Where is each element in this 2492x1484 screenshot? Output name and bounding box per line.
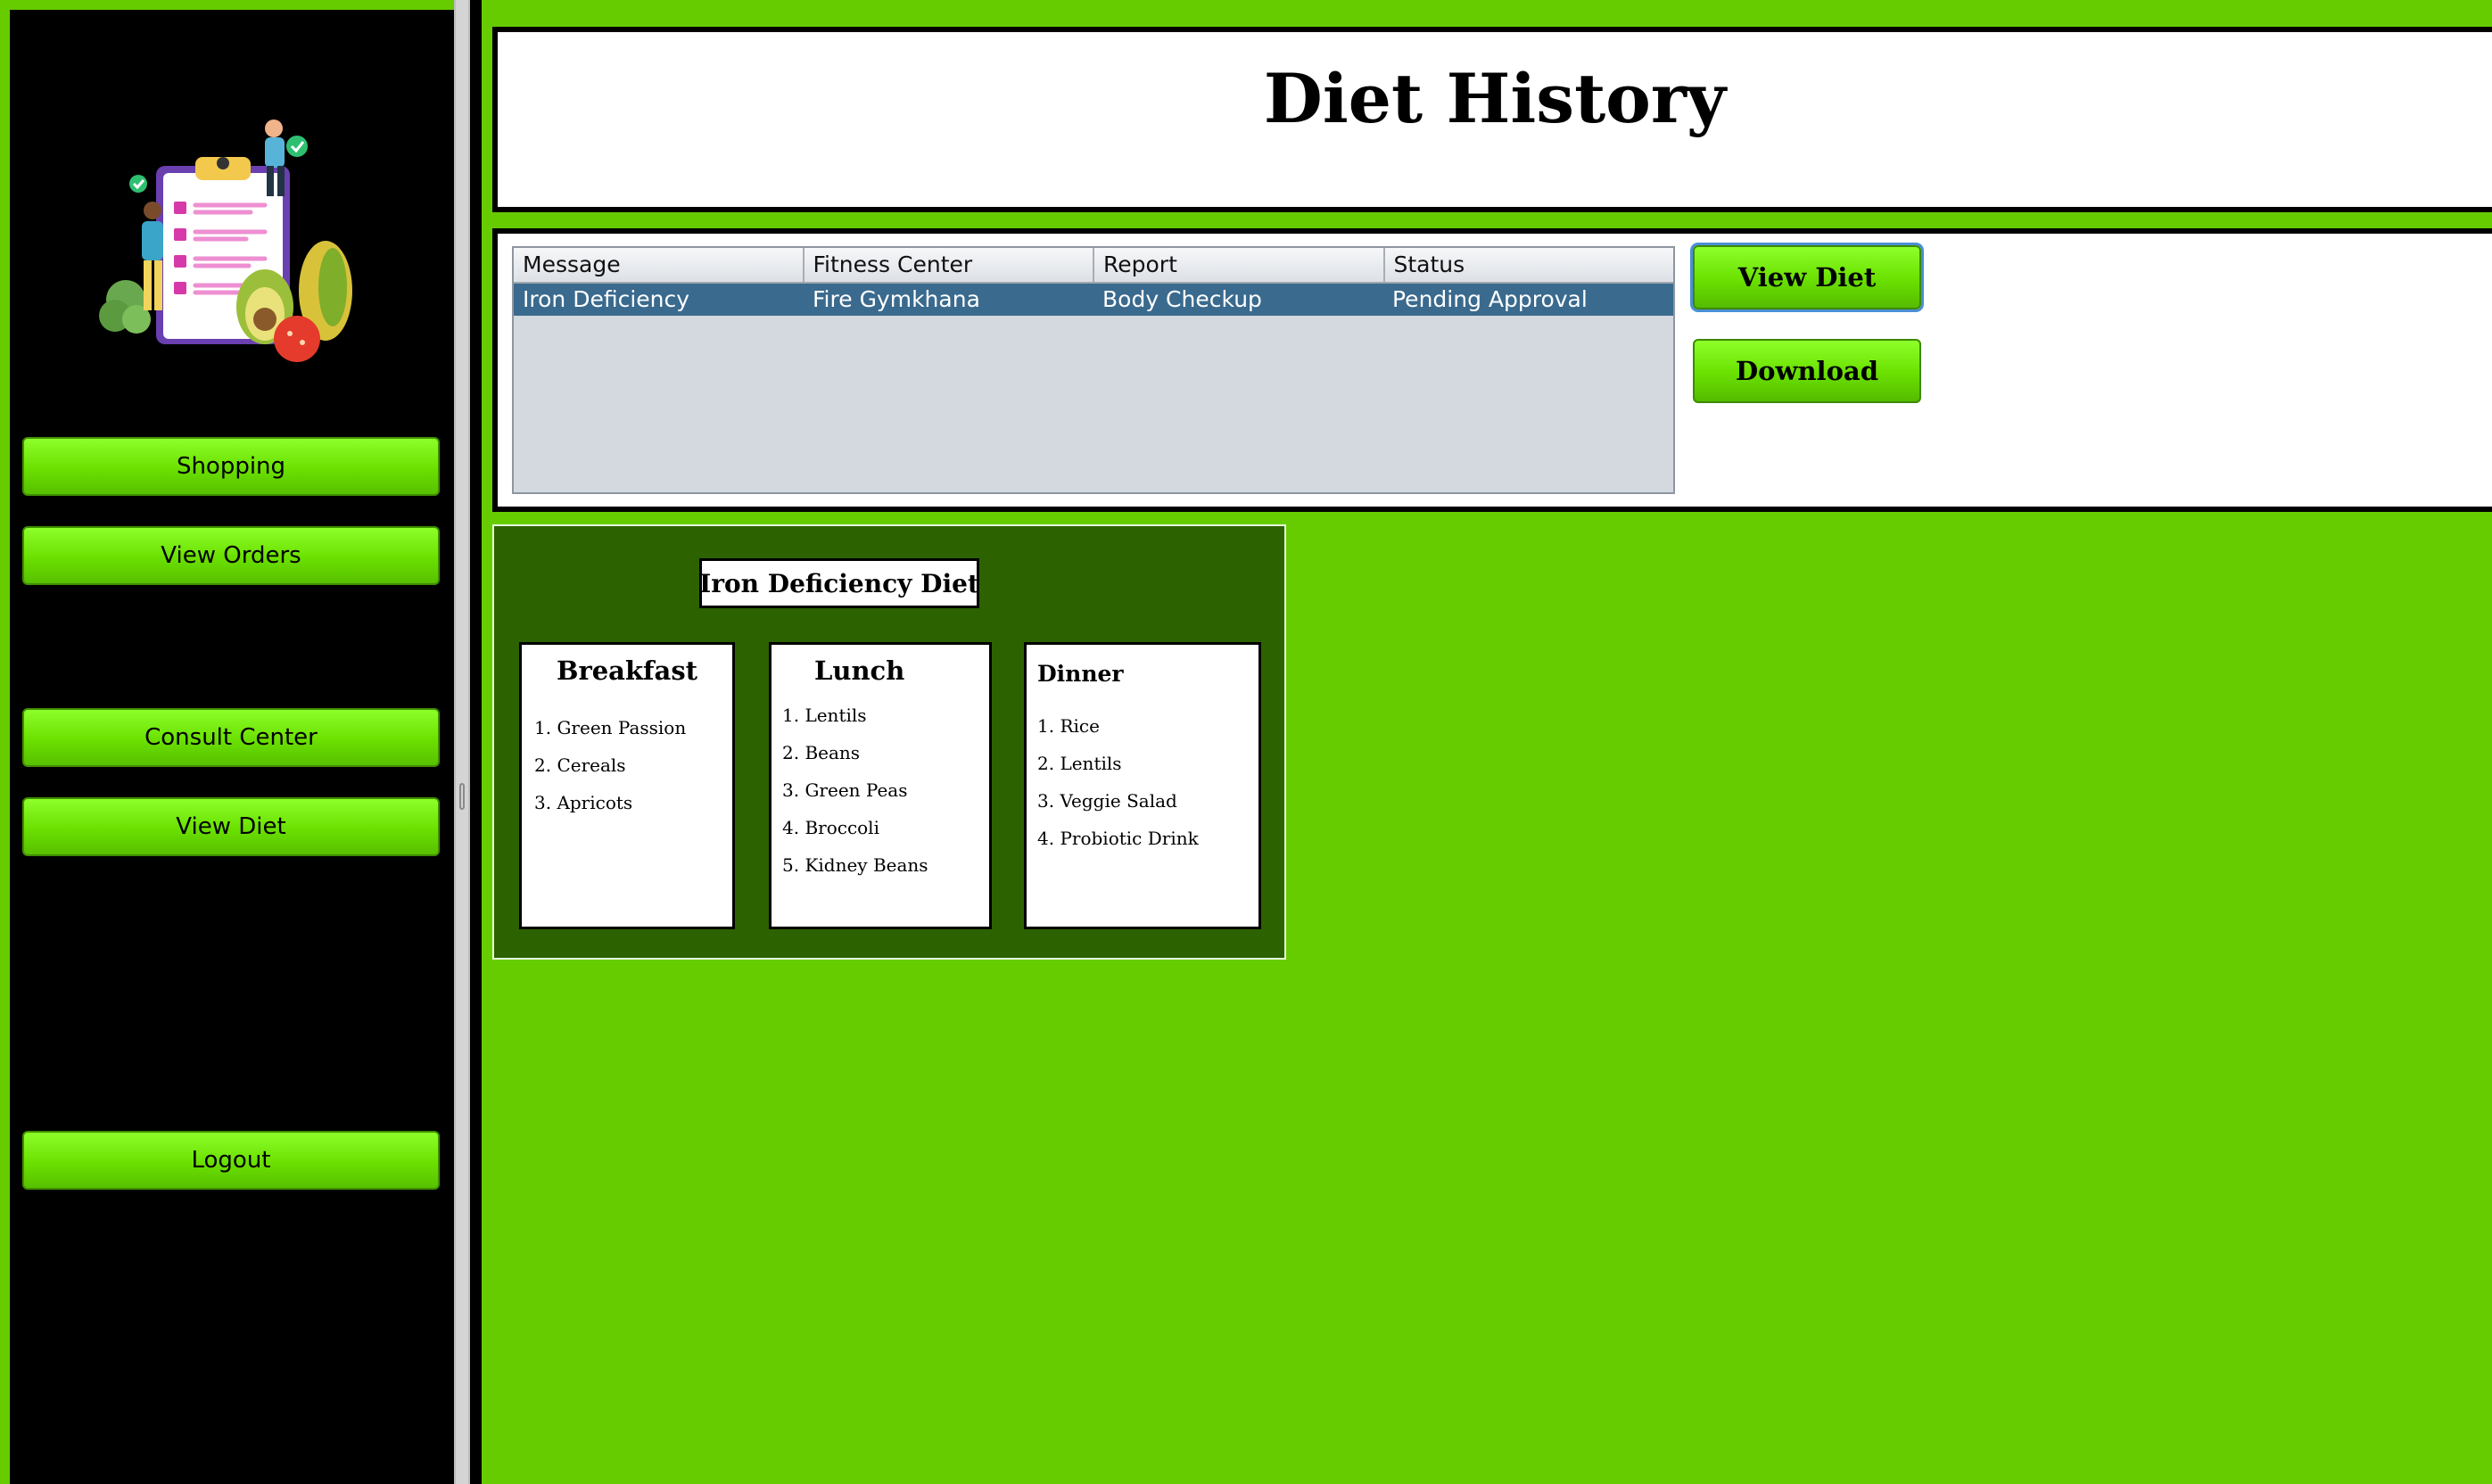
list-item: 1. Green Passion	[534, 717, 687, 738]
header-panel: Diet History	[492, 27, 2492, 212]
breakfast-list: 1. Green Passion 2. Cereals 3. Apricots	[534, 709, 686, 821]
column-header-report[interactable]: Report	[1094, 248, 1385, 282]
dinner-box: Dinner 1. Rice 2. Lentils 3. Veggie Sala…	[1024, 642, 1261, 929]
view-diet-nav-button[interactable]: View Diet	[22, 797, 440, 856]
list-item: 2. Beans	[782, 742, 861, 763]
list-item: 1. Lentils	[782, 705, 867, 726]
breakfast-box: Breakfast 1. Green Passion 2. Cereals 3.…	[519, 642, 735, 929]
logout-button[interactable]: Logout	[22, 1131, 440, 1190]
shopping-button[interactable]: Shopping	[22, 437, 440, 496]
cell-message[interactable]: Iron Deficiency	[514, 284, 804, 316]
list-item: 3. Green Peas	[782, 779, 908, 801]
list-item: 1. Rice	[1037, 715, 1100, 737]
dinner-title: Dinner	[1037, 661, 1124, 687]
diet-title: Iron Deficiency Diet	[699, 558, 979, 608]
column-header-fitness-center[interactable]: Fitness Center	[805, 248, 1094, 282]
column-header-status[interactable]: Status	[1385, 248, 1674, 282]
table-row-selected[interactable]: Iron Deficiency Fire Gymkhana Body Check…	[514, 284, 1673, 316]
list-item: 2. Cereals	[534, 754, 626, 776]
divider-grip-icon[interactable]	[459, 783, 465, 810]
main-left-border	[470, 0, 482, 1484]
cell-report[interactable]: Body Checkup	[1093, 284, 1383, 316]
list-item: 3. Veggie Salad	[1037, 790, 1177, 812]
list-item: 5. Kidney Beans	[782, 854, 928, 876]
breakfast-title: Breakfast	[556, 655, 698, 686]
download-button[interactable]: Download	[1693, 339, 1921, 403]
lunch-box: Lunch 1. Lentils 2. Beans 3. Green Peas …	[769, 642, 992, 929]
split-pane-divider[interactable]	[454, 0, 470, 1484]
list-item: 2. Lentils	[1037, 753, 1122, 774]
view-diet-button[interactable]: View Diet	[1693, 245, 1921, 309]
view-orders-button[interactable]: View Orders	[22, 526, 440, 585]
cell-status[interactable]: Pending Approval	[1383, 284, 1673, 316]
dinner-list: 1. Rice 2. Lentils 3. Veggie Salad 4. Pr…	[1037, 707, 1199, 857]
list-item: 4. Probiotic Drink	[1037, 828, 1199, 849]
diet-checklist-illustration	[99, 120, 352, 362]
list-item: 4. Broccoli	[782, 817, 879, 838]
lunch-list: 1. Lentils 2. Beans 3. Green Peas 4. Bro…	[782, 697, 928, 884]
table-header: Message Fitness Center Report Status	[514, 248, 1673, 284]
cell-fitness-center[interactable]: Fire Gymkhana	[804, 284, 1093, 316]
diet-plan-card: Iron Deficiency Diet Breakfast 1. Green …	[492, 524, 1286, 960]
list-item: 3. Apricots	[534, 792, 633, 813]
consult-center-button[interactable]: Consult Center	[22, 708, 440, 767]
page-title: Diet History	[1263, 59, 1727, 138]
column-header-message[interactable]: Message	[514, 248, 805, 282]
lunch-title: Lunch	[814, 655, 905, 686]
diet-history-table[interactable]: Message Fitness Center Report Status Iro…	[512, 246, 1675, 494]
